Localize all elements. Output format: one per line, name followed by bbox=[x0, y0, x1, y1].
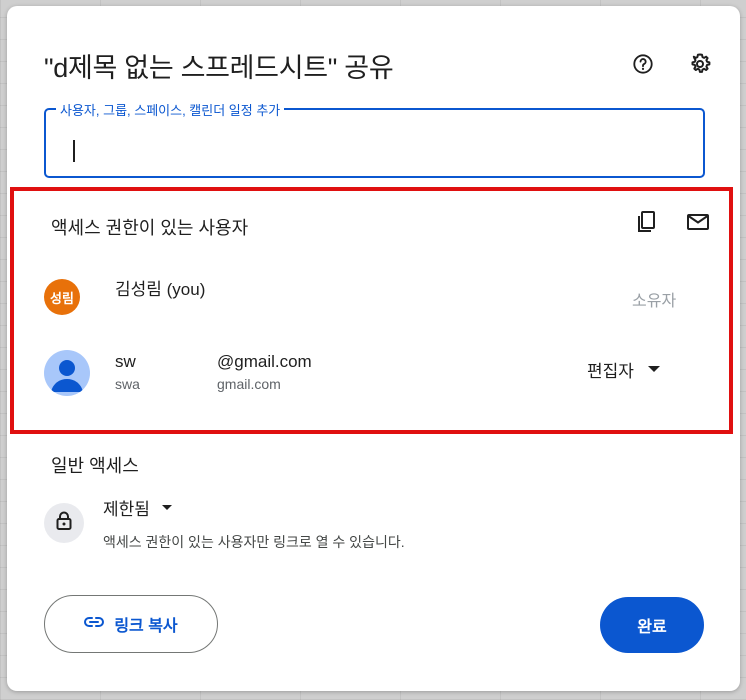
copy-emails-button[interactable] bbox=[632, 210, 660, 238]
mail-icon bbox=[686, 212, 710, 237]
general-access-mode: 제한됨 bbox=[103, 499, 150, 519]
link-icon bbox=[84, 615, 105, 633]
gear-icon bbox=[688, 52, 712, 81]
lock-icon bbox=[55, 511, 73, 536]
general-access-dropdown[interactable]: 제한됨 bbox=[103, 494, 172, 520]
add-people-input[interactable] bbox=[60, 132, 684, 162]
person-email-start: swa bbox=[115, 376, 140, 392]
people-with-access-heading: 액세스 권한이 있는 사용자 bbox=[51, 218, 249, 238]
general-access-icon-container bbox=[44, 503, 84, 543]
owner-role-label: 소유자 bbox=[632, 293, 677, 310]
dialog-title: "d제목 없는 스프레드시트" 공유 bbox=[44, 53, 394, 83]
role-dropdown-label: 편집자 bbox=[587, 361, 634, 381]
settings-button[interactable] bbox=[685, 51, 715, 81]
caret-down-icon bbox=[161, 504, 172, 510]
avatar bbox=[44, 350, 90, 396]
copy-link-button[interactable]: 링크 복사 bbox=[44, 595, 218, 653]
general-access-description: 액세스 권한이 있는 사용자만 링크로 열 수 있습니다. bbox=[103, 534, 405, 550]
person-name-start: sw bbox=[115, 352, 136, 371]
default-person-icon bbox=[51, 360, 83, 392]
copy-icon bbox=[635, 210, 657, 239]
copy-link-label: 링크 복사 bbox=[114, 618, 178, 635]
done-button[interactable]: 완료 bbox=[600, 597, 704, 653]
role-dropdown[interactable]: 편집자 bbox=[587, 355, 660, 383]
text-caret bbox=[73, 140, 75, 162]
avatar-initials: 성림 bbox=[50, 290, 74, 306]
done-label: 완료 bbox=[637, 619, 667, 636]
person-email-end: gmail.com bbox=[217, 376, 281, 392]
avatar: 성림 bbox=[44, 279, 80, 315]
person-name: 김성림 (you) bbox=[115, 280, 206, 299]
caret-down-icon bbox=[647, 366, 660, 372]
add-people-field[interactable]: 사용자, 그룹, 스페이스, 캘린더 일정 추가 bbox=[44, 100, 705, 178]
person-name-end: @gmail.com bbox=[217, 352, 312, 371]
help-button[interactable] bbox=[629, 52, 657, 80]
general-access-heading: 일반 액세스 bbox=[51, 456, 139, 476]
help-circle-icon bbox=[632, 53, 654, 80]
email-people-button[interactable] bbox=[683, 210, 713, 238]
add-people-label: 사용자, 그룹, 스페이스, 캘린더 일정 추가 bbox=[56, 100, 285, 119]
